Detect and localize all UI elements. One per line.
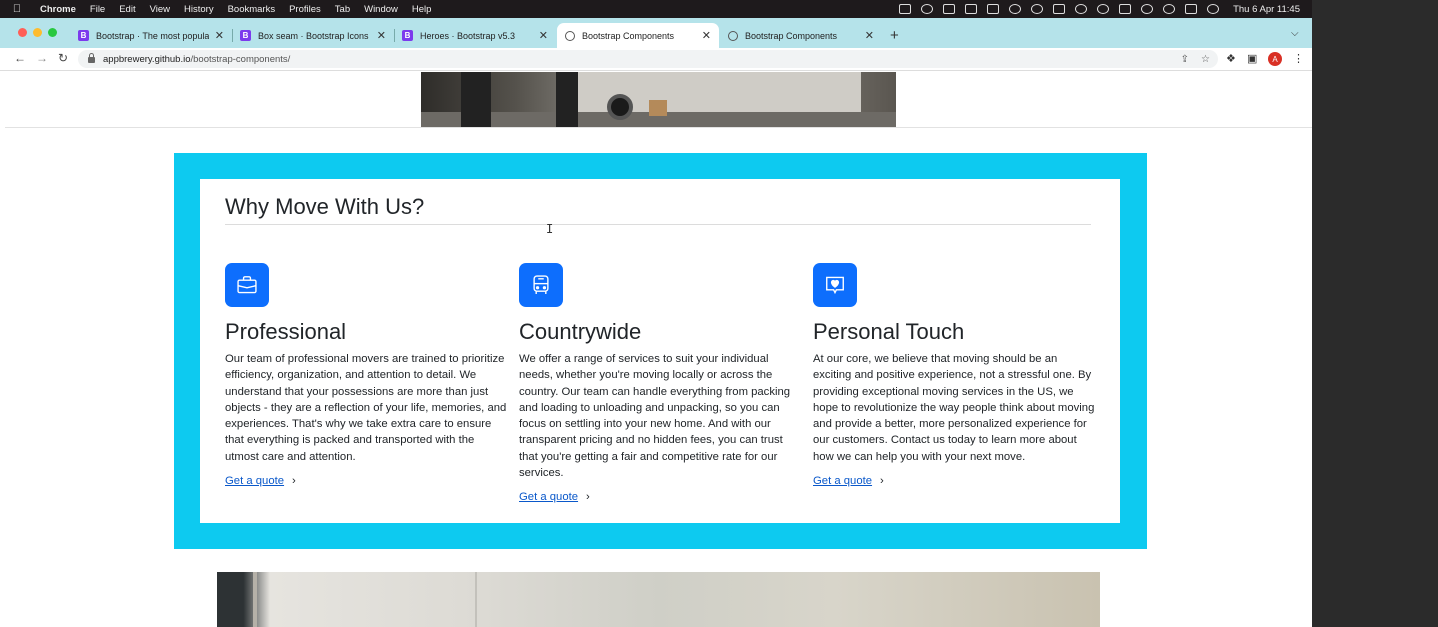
chevron-right-icon: › xyxy=(586,491,590,504)
feature-professional: Professional Our team of professional mo… xyxy=(225,263,510,489)
feature-text: We offer a range of services to suit you… xyxy=(519,353,791,480)
back-arrow-icon[interactable]: ← xyxy=(14,51,26,65)
camera-icon[interactable] xyxy=(899,4,912,14)
share-icon[interactable]: ⇪ xyxy=(1181,54,1189,65)
url-host: appbrewery.github.io xyxy=(103,53,191,65)
tab-title: Bootstrap Components xyxy=(745,30,838,41)
screen-icon[interactable] xyxy=(943,4,956,14)
keyboard-icon[interactable] xyxy=(1053,4,1066,14)
play-icon[interactable] xyxy=(1097,4,1110,14)
extensions-puzzle-icon[interactable]: ❖ xyxy=(1226,52,1236,65)
status-icons: Thu 6 Apr 11:45 xyxy=(899,4,1312,15)
close-window-button[interactable] xyxy=(18,28,27,37)
tab-strip: B Bootstrap · The most popular HTML ✕ B … xyxy=(0,18,1312,48)
tab-title: Bootstrap Components xyxy=(582,30,675,41)
tab-heroes[interactable]: B Heroes · Bootstrap v5.3 ✕ xyxy=(394,23,556,48)
briefcase-icon xyxy=(225,263,269,307)
siri-icon[interactable] xyxy=(1207,4,1220,14)
tab-box-seam[interactable]: B Box seam · Bootstrap Icons ✕ xyxy=(232,23,395,48)
close-tab-icon[interactable]: ✕ xyxy=(215,29,224,42)
close-tab-icon[interactable]: ✕ xyxy=(377,29,386,42)
apple-icon[interactable]:  xyxy=(0,3,34,15)
tab-title: Box seam · Bootstrap Icons xyxy=(258,30,369,41)
tab-search-chevron-icon[interactable]: ⌵ xyxy=(1291,28,1299,39)
features-section: Why Move With Us? Professional Our team … xyxy=(174,153,1147,549)
globe-icon xyxy=(565,30,575,41)
bootstrap-favicon-icon: B xyxy=(78,30,89,41)
close-tab-icon[interactable]: ✕ xyxy=(865,29,874,42)
text-cursor-icon: I xyxy=(546,222,554,236)
tab-bootstrap-home[interactable]: B Bootstrap · The most popular HTML ✕ xyxy=(70,23,233,48)
control-center-icon[interactable] xyxy=(1185,4,1198,14)
menu-help[interactable]: Help xyxy=(406,4,440,15)
get-quote-link[interactable]: Get a quote › xyxy=(813,475,884,487)
section-heading: Why Move With Us? xyxy=(225,194,425,219)
tab-title: Heroes · Bootstrap v5.3 xyxy=(420,30,516,41)
chat-heart-icon xyxy=(813,263,857,307)
minimize-window-button[interactable] xyxy=(33,28,42,37)
feature-countrywide: Countrywide We offer a range of services… xyxy=(519,263,804,505)
web-page: Why Move With Us? Professional Our team … xyxy=(5,72,1312,627)
heading-rule xyxy=(225,224,1091,225)
hero-photo-movers xyxy=(421,72,896,127)
menu-edit[interactable]: Edit xyxy=(113,4,143,15)
features-card: Why Move With Us? Professional Our team … xyxy=(200,179,1120,523)
address-bar[interactable]: appbrewery.github.io /bootstrap-componen… xyxy=(78,50,1218,68)
browser-window:  Chrome File Edit View History Bookmark… xyxy=(0,0,1312,627)
time-machine-icon[interactable] xyxy=(1031,4,1044,14)
feature-personal-touch: Personal Touch At our core, we believe t… xyxy=(813,263,1098,489)
display-icon[interactable] xyxy=(987,4,1000,14)
macos-menu-bar:  Chrome File Edit View History Bookmark… xyxy=(0,0,1312,18)
forward-arrow-icon[interactable]: → xyxy=(36,51,48,65)
feature-title: Countrywide xyxy=(519,319,642,344)
shield-icon[interactable] xyxy=(965,4,978,14)
wifi-icon[interactable] xyxy=(1141,4,1154,14)
notification-icon[interactable] xyxy=(921,4,934,14)
lock-icon[interactable] xyxy=(88,53,95,63)
reload-icon[interactable]: ↻ xyxy=(58,51,68,65)
menu-window[interactable]: Window xyxy=(358,4,406,15)
globe-icon xyxy=(728,30,738,41)
section-divider xyxy=(5,127,1312,128)
url-path: /bootstrap-components/ xyxy=(190,53,291,65)
bootstrap-favicon-icon: B xyxy=(240,30,251,41)
bootstrap-favicon-icon: B xyxy=(402,30,413,41)
battery-icon[interactable] xyxy=(1119,4,1132,14)
kebab-menu-icon[interactable]: ⋮ xyxy=(1293,52,1304,65)
tab-bootstrap-components-active[interactable]: Bootstrap Components ✕ xyxy=(557,23,719,48)
menu-bookmarks[interactable]: Bookmarks xyxy=(222,4,284,15)
desktop-background xyxy=(1312,0,1438,627)
close-tab-icon[interactable]: ✕ xyxy=(702,29,711,42)
cloud-icon[interactable] xyxy=(1009,4,1022,14)
get-quote-link[interactable]: Get a quote › xyxy=(225,475,296,487)
spotlight-icon[interactable] xyxy=(1163,4,1176,14)
zoom-window-button[interactable] xyxy=(48,28,57,37)
menu-app-name[interactable]: Chrome xyxy=(34,4,84,15)
get-quote-link[interactable]: Get a quote › xyxy=(519,491,590,503)
tab-title: Bootstrap · The most popular HTML xyxy=(96,30,209,41)
profile-avatar[interactable]: A xyxy=(1268,52,1282,66)
headphones-icon[interactable] xyxy=(1075,4,1088,14)
menu-history[interactable]: History xyxy=(178,4,222,15)
menubar-clock[interactable]: Thu 6 Apr 11:45 xyxy=(1233,4,1300,15)
close-tab-icon[interactable]: ✕ xyxy=(539,29,548,42)
browser-toolbar: ← → ↻ appbrewery.github.io /bootstrap-co… xyxy=(0,48,1312,71)
menu-view[interactable]: View xyxy=(144,4,178,15)
menu-profiles[interactable]: Profiles xyxy=(283,4,329,15)
menu-tab[interactable]: Tab xyxy=(329,4,358,15)
bottom-photo xyxy=(217,572,1100,627)
feature-text: At our core, we believe that moving shou… xyxy=(813,353,1095,463)
tab-bootstrap-components[interactable]: Bootstrap Components ✕ xyxy=(720,23,882,48)
menu-file[interactable]: File xyxy=(84,4,113,15)
feature-title: Professional xyxy=(225,319,347,344)
side-panel-icon[interactable]: ▣ xyxy=(1247,52,1257,65)
bookmark-star-icon[interactable]: ☆ xyxy=(1201,54,1210,65)
feature-title: Personal Touch xyxy=(813,319,965,344)
feature-text: Our team of professional movers are trai… xyxy=(225,353,507,463)
chevron-right-icon: › xyxy=(292,475,296,488)
new-tab-plus-icon[interactable]: + xyxy=(890,27,899,44)
window-controls xyxy=(18,28,57,37)
chevron-right-icon: › xyxy=(880,475,884,488)
bus-icon xyxy=(519,263,563,307)
